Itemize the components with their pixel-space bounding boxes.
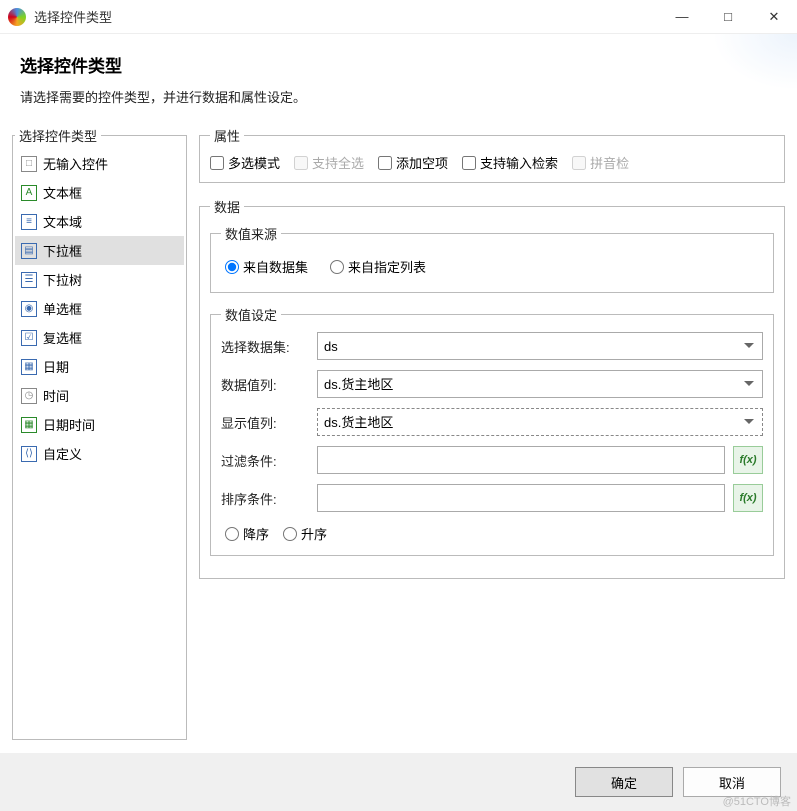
control-type-fieldset: 选择控件类型 □ 无输入控件 A 文本框 ≡ 文本域 ▤ 下拉框 ☰ 下拉树 ◉ 单选框 ☑ 复选框 ▦ 日期… (12, 126, 187, 740)
prop-checkbox[interactable] (462, 156, 476, 170)
type-item-2[interactable]: ≡ 文本域 (15, 207, 184, 236)
type-icon: ▤ (21, 243, 37, 259)
properties-legend: 属性 (210, 126, 244, 145)
type-icon: ▦ (21, 359, 37, 375)
type-icon: ▦ (21, 417, 37, 433)
source-radio[interactable] (225, 260, 239, 274)
properties-fieldset: 属性 多选模式 支持全选 添加空项 支持输入检索 拼音检 (199, 126, 785, 183)
type-item-8[interactable]: ◷ 时间 (15, 381, 184, 410)
source-legend: 数值来源 (221, 224, 281, 243)
type-label: 下拉框 (43, 241, 82, 260)
type-label: 时间 (43, 386, 69, 405)
data-col-label: 数据值列: (221, 375, 309, 394)
order-radio[interactable] (225, 527, 239, 541)
prop-option-3[interactable]: 支持输入检索 (462, 153, 558, 172)
type-item-4[interactable]: ☰ 下拉树 (15, 265, 184, 294)
type-icon: ◷ (21, 388, 37, 404)
source-fieldset: 数值来源 来自数据集 来自指定列表 (210, 224, 774, 293)
order-label: 降序 (243, 524, 269, 543)
type-item-10[interactable]: ⟨⟩ 自定义 (15, 439, 184, 468)
type-icon: ☑ (21, 330, 37, 346)
prop-option-2[interactable]: 添加空项 (378, 153, 448, 172)
prop-label: 添加空项 (396, 153, 448, 172)
type-item-3[interactable]: ▤ 下拉框 (15, 236, 184, 265)
prop-option-4: 拼音检 (572, 153, 629, 172)
filter-fx-button[interactable]: f(x) (733, 446, 763, 474)
type-item-1[interactable]: A 文本框 (15, 178, 184, 207)
type-label: 单选框 (43, 299, 82, 318)
control-type-legend: 选择控件类型 (15, 126, 101, 145)
type-icon: ☰ (21, 272, 37, 288)
type-icon: A (21, 185, 37, 201)
type-label: 下拉树 (43, 270, 82, 289)
page-subtitle: 请选择需要的控件类型，并进行数据和属性设定。 (20, 87, 777, 106)
source-option-0[interactable]: 来自数据集 (225, 257, 308, 276)
type-label: 文本框 (43, 183, 82, 202)
data-col-select[interactable]: ds.货主地区 (317, 370, 763, 398)
type-item-0[interactable]: □ 无输入控件 (15, 149, 184, 178)
prop-label: 支持输入检索 (480, 153, 558, 172)
source-label: 来自指定列表 (348, 257, 426, 276)
data-legend: 数据 (210, 197, 244, 216)
prop-checkbox[interactable] (378, 156, 392, 170)
filter-label: 过滤条件: (221, 451, 309, 470)
order-radio[interactable] (283, 527, 297, 541)
sort-fx-button[interactable]: f(x) (733, 484, 763, 512)
prop-label: 支持全选 (312, 153, 364, 172)
prop-label: 多选模式 (228, 153, 280, 172)
type-icon: □ (21, 156, 37, 172)
type-label: 日期时间 (43, 415, 95, 434)
sort-label: 排序条件: (221, 489, 309, 508)
order-option-0[interactable]: 降序 (225, 524, 269, 543)
dataset-label: 选择数据集: (221, 337, 309, 356)
source-option-1[interactable]: 来自指定列表 (330, 257, 426, 276)
source-radio[interactable] (330, 260, 344, 274)
prop-label: 拼音检 (590, 153, 629, 172)
type-label: 日期 (43, 357, 69, 376)
type-item-6[interactable]: ☑ 复选框 (15, 323, 184, 352)
type-item-7[interactable]: ▦ 日期 (15, 352, 184, 381)
type-label: 复选框 (43, 328, 82, 347)
order-option-1[interactable]: 升序 (283, 524, 327, 543)
source-label: 来自数据集 (243, 257, 308, 276)
app-icon (8, 8, 26, 26)
prop-checkbox[interactable] (210, 156, 224, 170)
type-label: 无输入控件 (43, 154, 108, 173)
order-label: 升序 (301, 524, 327, 543)
filter-input[interactable] (317, 446, 725, 474)
settings-legend: 数值设定 (221, 305, 281, 324)
display-col-select[interactable]: ds.货主地区 (317, 408, 763, 436)
ok-button[interactable]: 确定 (575, 767, 673, 797)
minimize-button[interactable]: — (659, 0, 705, 33)
prop-option-0[interactable]: 多选模式 (210, 153, 280, 172)
window-title: 选择控件类型 (34, 7, 659, 26)
type-icon: ◉ (21, 301, 37, 317)
dataset-select[interactable]: ds (317, 332, 763, 360)
maximize-button[interactable]: □ (705, 0, 751, 33)
settings-fieldset: 数值设定 选择数据集: ds 数据值列: ds.货主地区 显 (210, 305, 774, 556)
type-label: 自定义 (43, 444, 82, 463)
prop-option-1: 支持全选 (294, 153, 364, 172)
sort-input[interactable] (317, 484, 725, 512)
prop-checkbox (294, 156, 308, 170)
type-item-5[interactable]: ◉ 单选框 (15, 294, 184, 323)
type-item-9[interactable]: ▦ 日期时间 (15, 410, 184, 439)
data-fieldset: 数据 数值来源 来自数据集 来自指定列表 数值设定 选择数据集: ds 数据值列: (199, 197, 785, 579)
display-col-label: 显示值列: (221, 413, 309, 432)
watermark: @51CTO博客 (723, 793, 791, 809)
type-icon: ≡ (21, 214, 37, 230)
page-title: 选择控件类型 (20, 52, 777, 77)
close-button[interactable]: ✕ (751, 0, 797, 33)
type-icon: ⟨⟩ (21, 446, 37, 462)
prop-checkbox (572, 156, 586, 170)
type-label: 文本域 (43, 212, 82, 231)
header-decoration (657, 34, 797, 124)
